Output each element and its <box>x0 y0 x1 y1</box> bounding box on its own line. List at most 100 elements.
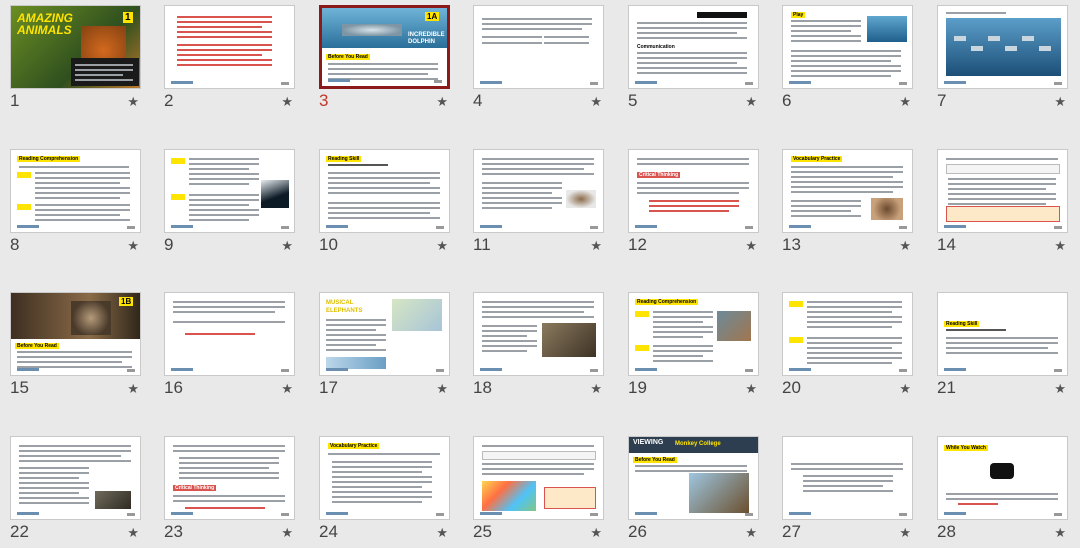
slide-number: 26 <box>628 522 647 541</box>
text-line <box>75 79 133 81</box>
text-line <box>173 500 285 502</box>
star-icon[interactable]: ★ <box>590 94 602 110</box>
slide-number: 25 <box>473 522 492 541</box>
slide-thumbnail-7[interactable] <box>937 5 1068 89</box>
star-icon[interactable]: ★ <box>281 238 293 254</box>
elephants-photo <box>542 323 596 357</box>
slide-thumbnail-15[interactable]: 1B Before You Read <box>10 292 141 376</box>
slide-thumbnail-18[interactable] <box>473 292 604 376</box>
slide-thumbnail-28[interactable]: While You Watch <box>937 436 1068 520</box>
slide-thumbnail-16[interactable] <box>164 292 295 376</box>
text-line <box>328 63 438 65</box>
text-line <box>328 187 440 189</box>
slide-thumbnail-8[interactable]: Reading Comprehension <box>10 149 141 233</box>
text-line <box>637 62 737 64</box>
star-icon[interactable]: ★ <box>590 238 602 254</box>
text-line <box>19 497 89 499</box>
dolphin-image <box>988 36 1000 41</box>
star-icon[interactable]: ★ <box>127 525 139 541</box>
text-line <box>946 337 1058 339</box>
star-icon[interactable]: ★ <box>899 525 911 541</box>
slide-thumbnail-19[interactable]: Reading Comprehension <box>628 292 759 376</box>
slide-footer-logo <box>171 81 193 84</box>
slide-footer-logo <box>480 225 502 228</box>
dolphin-image <box>1022 36 1034 41</box>
text-line <box>19 477 79 479</box>
slide-thumbnail-11[interactable] <box>473 149 604 233</box>
section-heading: Before You Read <box>326 54 370 60</box>
slide-thumbnail-27[interactable] <box>782 436 913 520</box>
text-line <box>332 476 432 478</box>
slide-thumbnail-17[interactable]: MUSICAL ELEPHANTS <box>319 292 450 376</box>
star-icon[interactable]: ★ <box>1054 381 1066 397</box>
star-icon[interactable]: ★ <box>899 381 911 397</box>
slide-thumbnail-2[interactable] <box>164 5 295 89</box>
slide-thumbnail-25[interactable] <box>473 436 604 520</box>
slide-thumbnail-14[interactable] <box>937 149 1068 233</box>
text-line <box>482 182 562 184</box>
star-icon[interactable]: ★ <box>436 381 448 397</box>
slide-thumbnail-22[interactable] <box>10 436 141 520</box>
person-photo <box>95 491 131 509</box>
slide-thumbnail-4[interactable] <box>473 5 604 89</box>
word-box <box>482 451 596 460</box>
slide-number: 18 <box>473 378 492 397</box>
text-line <box>332 491 432 493</box>
star-icon[interactable]: ★ <box>1054 525 1066 541</box>
star-icon[interactable]: ★ <box>1054 94 1066 110</box>
star-icon[interactable]: ★ <box>436 238 448 254</box>
label-tag <box>635 345 649 351</box>
label-tag <box>789 337 803 343</box>
warm-up-box <box>71 58 139 86</box>
star-icon[interactable]: ★ <box>436 94 448 110</box>
star-icon[interactable]: ★ <box>745 238 757 254</box>
text-line <box>482 340 537 342</box>
slide-thumbnail-cell: 4 ★ <box>473 5 604 111</box>
star-icon[interactable]: ★ <box>281 525 293 541</box>
text-line <box>482 301 594 303</box>
text-line <box>791 60 891 62</box>
star-icon[interactable]: ★ <box>590 381 602 397</box>
slide-thumbnail-3[interactable]: 1A INCREDIBLE DOLPHIN Before You Read <box>319 5 450 89</box>
text-line <box>179 467 269 469</box>
slide-thumbnail-23[interactable]: Critical Thinking <box>164 436 295 520</box>
star-icon[interactable]: ★ <box>745 525 757 541</box>
colorful-illustration <box>482 481 536 511</box>
slide-thumbnail-20[interactable] <box>782 292 913 376</box>
slide-thumbnail-21[interactable]: Reading Skill <box>937 292 1068 376</box>
text-line <box>807 326 892 328</box>
slide-page-number <box>127 226 135 229</box>
slide-thumbnail-cell: 16 ★ <box>164 292 295 398</box>
slide-footer-logo <box>328 79 350 82</box>
star-icon[interactable]: ★ <box>127 94 139 110</box>
star-icon[interactable]: ★ <box>745 94 757 110</box>
slide-thumbnail-1[interactable]: AMAZING ANIMALS 1 <box>10 5 141 89</box>
star-icon[interactable]: ★ <box>281 381 293 397</box>
star-icon[interactable]: ★ <box>436 525 448 541</box>
slide-thumbnail-13[interactable]: Vocabulary Practice <box>782 149 913 233</box>
slide-thumbnail-5[interactable]: Communication <box>628 5 759 89</box>
text-line <box>946 342 1058 344</box>
star-icon[interactable]: ★ <box>899 94 911 110</box>
text-line <box>19 487 89 489</box>
star-icon[interactable]: ★ <box>745 381 757 397</box>
star-icon[interactable]: ★ <box>127 238 139 254</box>
text-line <box>332 496 432 498</box>
slide-thumbnail-26[interactable]: VIEWING Monkey College Before You Read <box>628 436 759 520</box>
slide-thumbnail-10[interactable]: Reading Skill <box>319 149 450 233</box>
bird-image <box>566 190 596 208</box>
slide-thumbnail-12[interactable]: Critical Thinking <box>628 149 759 233</box>
slide-thumbnail-6[interactable]: Play <box>782 5 913 89</box>
slide-footer-logo <box>944 81 966 84</box>
star-icon[interactable]: ★ <box>127 381 139 397</box>
star-icon[interactable]: ★ <box>590 525 602 541</box>
slide-thumbnail-24[interactable]: Vocabulary Practice <box>319 436 450 520</box>
star-icon[interactable]: ★ <box>1054 238 1066 254</box>
text-line <box>791 191 893 193</box>
slide-thumbnail-9[interactable] <box>164 149 295 233</box>
text-line <box>185 333 255 335</box>
star-icon[interactable]: ★ <box>281 94 293 110</box>
text-line <box>637 52 747 54</box>
text-line <box>791 75 891 77</box>
star-icon[interactable]: ★ <box>899 238 911 254</box>
